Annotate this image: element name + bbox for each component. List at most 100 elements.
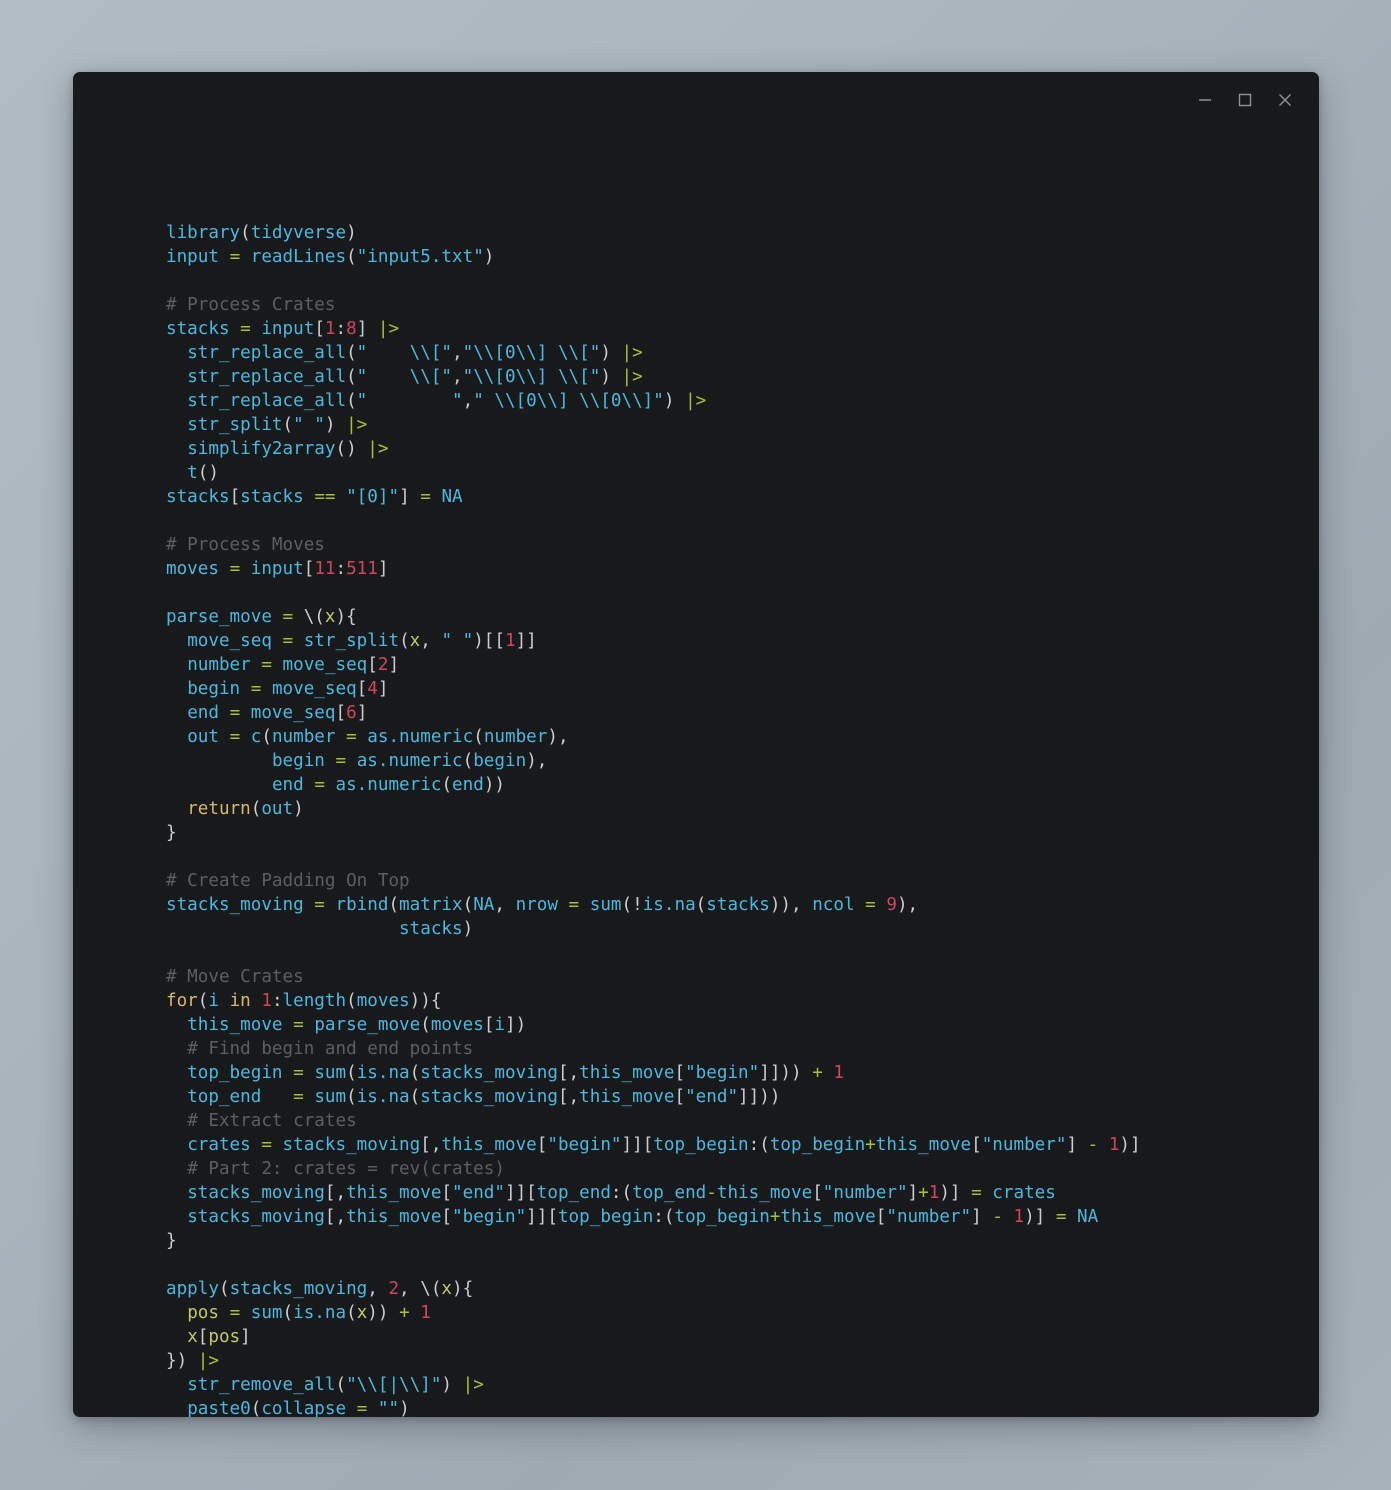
code-token-var: end bbox=[271, 774, 304, 795]
code-token-var: i bbox=[208, 990, 219, 1011]
code-token-punctuation: ]][ bbox=[504, 1182, 537, 1203]
code-token-op: = bbox=[356, 1398, 368, 1417]
code-token-str: "begin" bbox=[685, 1062, 760, 1083]
code-token-op: = bbox=[282, 606, 294, 627]
code-token-var: this_move bbox=[780, 1206, 876, 1227]
code-token-var: stacks_moving bbox=[420, 1086, 558, 1107]
code-line: apply(stacks_moving, 2, \(x){ bbox=[166, 1277, 1319, 1301]
code-token-punctuation: [, bbox=[324, 1206, 347, 1227]
code-token-punctuation: ) bbox=[324, 414, 347, 435]
code-token-fn: sum bbox=[314, 1062, 347, 1083]
maximize-button[interactable] bbox=[1225, 82, 1265, 118]
code-token-num: 8 bbox=[346, 318, 357, 339]
code-token-punctuation: ( bbox=[218, 1278, 230, 1299]
minimize-button[interactable] bbox=[1185, 82, 1225, 118]
code-token-var: this_move bbox=[579, 1086, 675, 1107]
code-token-punctuation: } bbox=[166, 1230, 177, 1251]
code-token-punctuation bbox=[558, 895, 569, 915]
code-token-punctuation: ), bbox=[526, 750, 548, 771]
code-token-var: stacks_moving bbox=[187, 1206, 325, 1227]
code-line: out = c(number = as.numeric(number), bbox=[166, 725, 1319, 749]
code-token-punctuation bbox=[304, 775, 315, 795]
code-token-punctuation bbox=[166, 799, 187, 819]
code-token-punctuation: (! bbox=[621, 894, 643, 915]
code-token-op: + bbox=[399, 1302, 410, 1323]
code-token-fn: paste0 bbox=[187, 1398, 251, 1417]
code-token-fn: is.na bbox=[293, 1302, 347, 1323]
code-token-num: 9 bbox=[886, 894, 897, 915]
code-token-punctuation bbox=[166, 1111, 187, 1131]
code-token-str: "" bbox=[377, 1398, 400, 1417]
code-token-var: stacks_moving bbox=[282, 1134, 421, 1155]
code-token-punctuation bbox=[272, 1135, 283, 1155]
code-token-op: - bbox=[706, 1182, 717, 1203]
code-token-punctuation: [ bbox=[875, 1206, 887, 1227]
code-token-pipe: |> bbox=[197, 1350, 219, 1371]
code-token-kw: for bbox=[166, 990, 198, 1011]
code-token-punctuation bbox=[336, 727, 347, 747]
code-token-punctuation bbox=[579, 895, 590, 915]
code-token-punctuation: ]][ bbox=[526, 1206, 558, 1227]
code-token-str: " \\[0\\] \\[0\\]" bbox=[473, 390, 664, 411]
code-token-op: + bbox=[918, 1182, 929, 1203]
close-button[interactable] bbox=[1265, 82, 1305, 118]
code-token-punctuation: )) bbox=[367, 1302, 400, 1323]
code-token-punctuation: [ bbox=[441, 1206, 453, 1227]
code-token-punctuation: )] bbox=[939, 1182, 972, 1203]
code-token-punctuation: ] bbox=[971, 1206, 993, 1227]
code-token-punctuation bbox=[272, 607, 283, 627]
code-line: str_split(" ") |> bbox=[166, 413, 1319, 437]
code-token-num: 511 bbox=[346, 558, 378, 579]
code-token-punctuation bbox=[166, 1015, 187, 1035]
code-line: x[pos] bbox=[166, 1325, 1319, 1349]
code-token-num: 6 bbox=[346, 702, 357, 723]
code-token-var: number bbox=[271, 726, 336, 747]
code-token-var: collapse bbox=[261, 1398, 347, 1417]
code-token-op: - bbox=[1087, 1134, 1099, 1155]
code-token-punctuation: ), bbox=[896, 894, 919, 915]
code-token-punctuation bbox=[166, 1399, 187, 1417]
code-token-punctuation bbox=[304, 487, 315, 507]
code-token-str: " " bbox=[356, 390, 463, 411]
code-token-punctuation bbox=[251, 991, 262, 1011]
code-token-var: stacks bbox=[166, 486, 230, 507]
code-token-punctuation: ( bbox=[346, 342, 357, 363]
code-editor-area[interactable]: library(tidyverse) input = readLines("in… bbox=[73, 128, 1319, 1417]
code-token-punctuation: ) bbox=[293, 798, 304, 819]
code-token-str: "begin" bbox=[452, 1206, 527, 1227]
code-line: # Process Moves bbox=[166, 533, 1319, 557]
code-token-punctuation: , bbox=[367, 1278, 389, 1299]
code-token-punctuation bbox=[219, 559, 230, 579]
code-token-punctuation: :( bbox=[748, 1134, 770, 1155]
code-token-param: x bbox=[187, 1326, 198, 1347]
source-code[interactable]: library(tidyverse) input = readLines("in… bbox=[166, 221, 1319, 1417]
code-token-punctuation bbox=[219, 991, 230, 1011]
code-token-punctuation: [, bbox=[557, 1062, 580, 1083]
code-token-op: + bbox=[812, 1062, 823, 1083]
code-token-punctuation bbox=[166, 463, 187, 483]
code-token-num: 1 bbox=[833, 1062, 844, 1083]
window-title-bar[interactable] bbox=[73, 72, 1319, 128]
code-token-var: begin bbox=[271, 750, 325, 771]
code-token-var: top_end bbox=[536, 1182, 611, 1203]
code-line: stacks = input[1:8] |> bbox=[166, 317, 1319, 341]
code-token-var: top_end bbox=[187, 1086, 262, 1107]
code-token-punctuation bbox=[1066, 1207, 1077, 1227]
code-token-var: tidyverse bbox=[250, 222, 347, 243]
code-token-var: this_move bbox=[875, 1134, 972, 1155]
code-token-punctuation: ] bbox=[377, 678, 389, 699]
code-token-punctuation: \( bbox=[293, 606, 325, 627]
code-line: parse_move = \(x){ bbox=[166, 605, 1319, 629]
code-token-op: = bbox=[229, 558, 241, 579]
code-token-var: begin bbox=[187, 678, 241, 699]
code-line: return(out) bbox=[166, 797, 1319, 821]
code-token-punctuation: [ bbox=[314, 318, 325, 339]
code-token-fn: str_replace_all bbox=[187, 390, 347, 411]
code-token-fn: t bbox=[187, 462, 198, 483]
code-token-op: - bbox=[992, 1206, 1003, 1227]
code-editor-window: library(tidyverse) input = readLines("in… bbox=[73, 72, 1319, 1417]
code-token-fn: is.na bbox=[356, 1086, 410, 1107]
code-token-punctuation: )), bbox=[769, 894, 813, 915]
